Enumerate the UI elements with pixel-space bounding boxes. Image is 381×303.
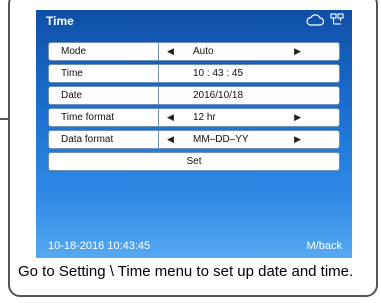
set-button-label: Set	[186, 156, 202, 167]
time-value: 10 : 43 : 45	[193, 68, 244, 79]
mode-value: Auto	[193, 46, 214, 57]
arrow-right-icon[interactable]: ▶	[294, 109, 301, 126]
footer-datetime: 10-18-2016 10:43:45	[48, 240, 151, 252]
row-mode[interactable]: Mode ◀ Auto ▶	[48, 42, 340, 61]
row-value: 2016/10/18	[159, 87, 339, 104]
arrow-left-icon[interactable]: ◀	[167, 109, 174, 126]
arrow-right-icon[interactable]: ▶	[294, 43, 301, 60]
row-data-format[interactable]: Data format ◀ MM–DD–YY ▶	[48, 130, 340, 149]
arrow-left-icon[interactable]: ◀	[167, 43, 174, 60]
row-label: Data format	[49, 131, 159, 148]
row-value: 10 : 43 : 45	[159, 65, 339, 82]
screen-header: Time	[36, 10, 352, 32]
row-label: Date	[49, 87, 159, 104]
screen-title: Time	[46, 14, 74, 28]
row-date[interactable]: Date 2016/10/18	[48, 86, 340, 105]
data-format-value: MM–DD–YY	[193, 134, 249, 145]
date-value: 2016/10/18	[193, 90, 244, 101]
row-value: ◀ Auto ▶	[159, 43, 339, 60]
time-format-value: 12 hr	[193, 112, 216, 123]
arrow-left-icon[interactable]: ◀	[167, 131, 174, 148]
set-button[interactable]: Set	[48, 152, 340, 171]
row-label: Mode	[49, 43, 159, 60]
row-time[interactable]: Time 10 : 43 : 45	[48, 64, 340, 83]
row-value: ◀ 12 hr ▶	[159, 109, 339, 126]
network-icon	[330, 13, 344, 26]
caption-text: Go to Setting \ Time menu to set up date…	[18, 263, 354, 280]
device-screen: Time Mode ◀ Auto ▶ Time 10: 43: 45 Dat…	[36, 10, 352, 258]
row-label: Time format	[49, 109, 159, 126]
row-label: Time	[49, 65, 159, 82]
row-value: ◀ MM–DD–YY ▶	[159, 131, 339, 148]
row-time-format[interactable]: Time format ◀ 12 hr ▶	[48, 108, 340, 127]
cloud-icon	[306, 13, 324, 26]
back-button[interactable]: M/back	[307, 240, 342, 252]
settings-rows: Mode ◀ Auto ▶ Time 10 : 43 : 45 Date 201…	[48, 42, 340, 174]
arrow-right-icon[interactable]: ▶	[294, 131, 301, 148]
header-icons	[306, 13, 344, 26]
